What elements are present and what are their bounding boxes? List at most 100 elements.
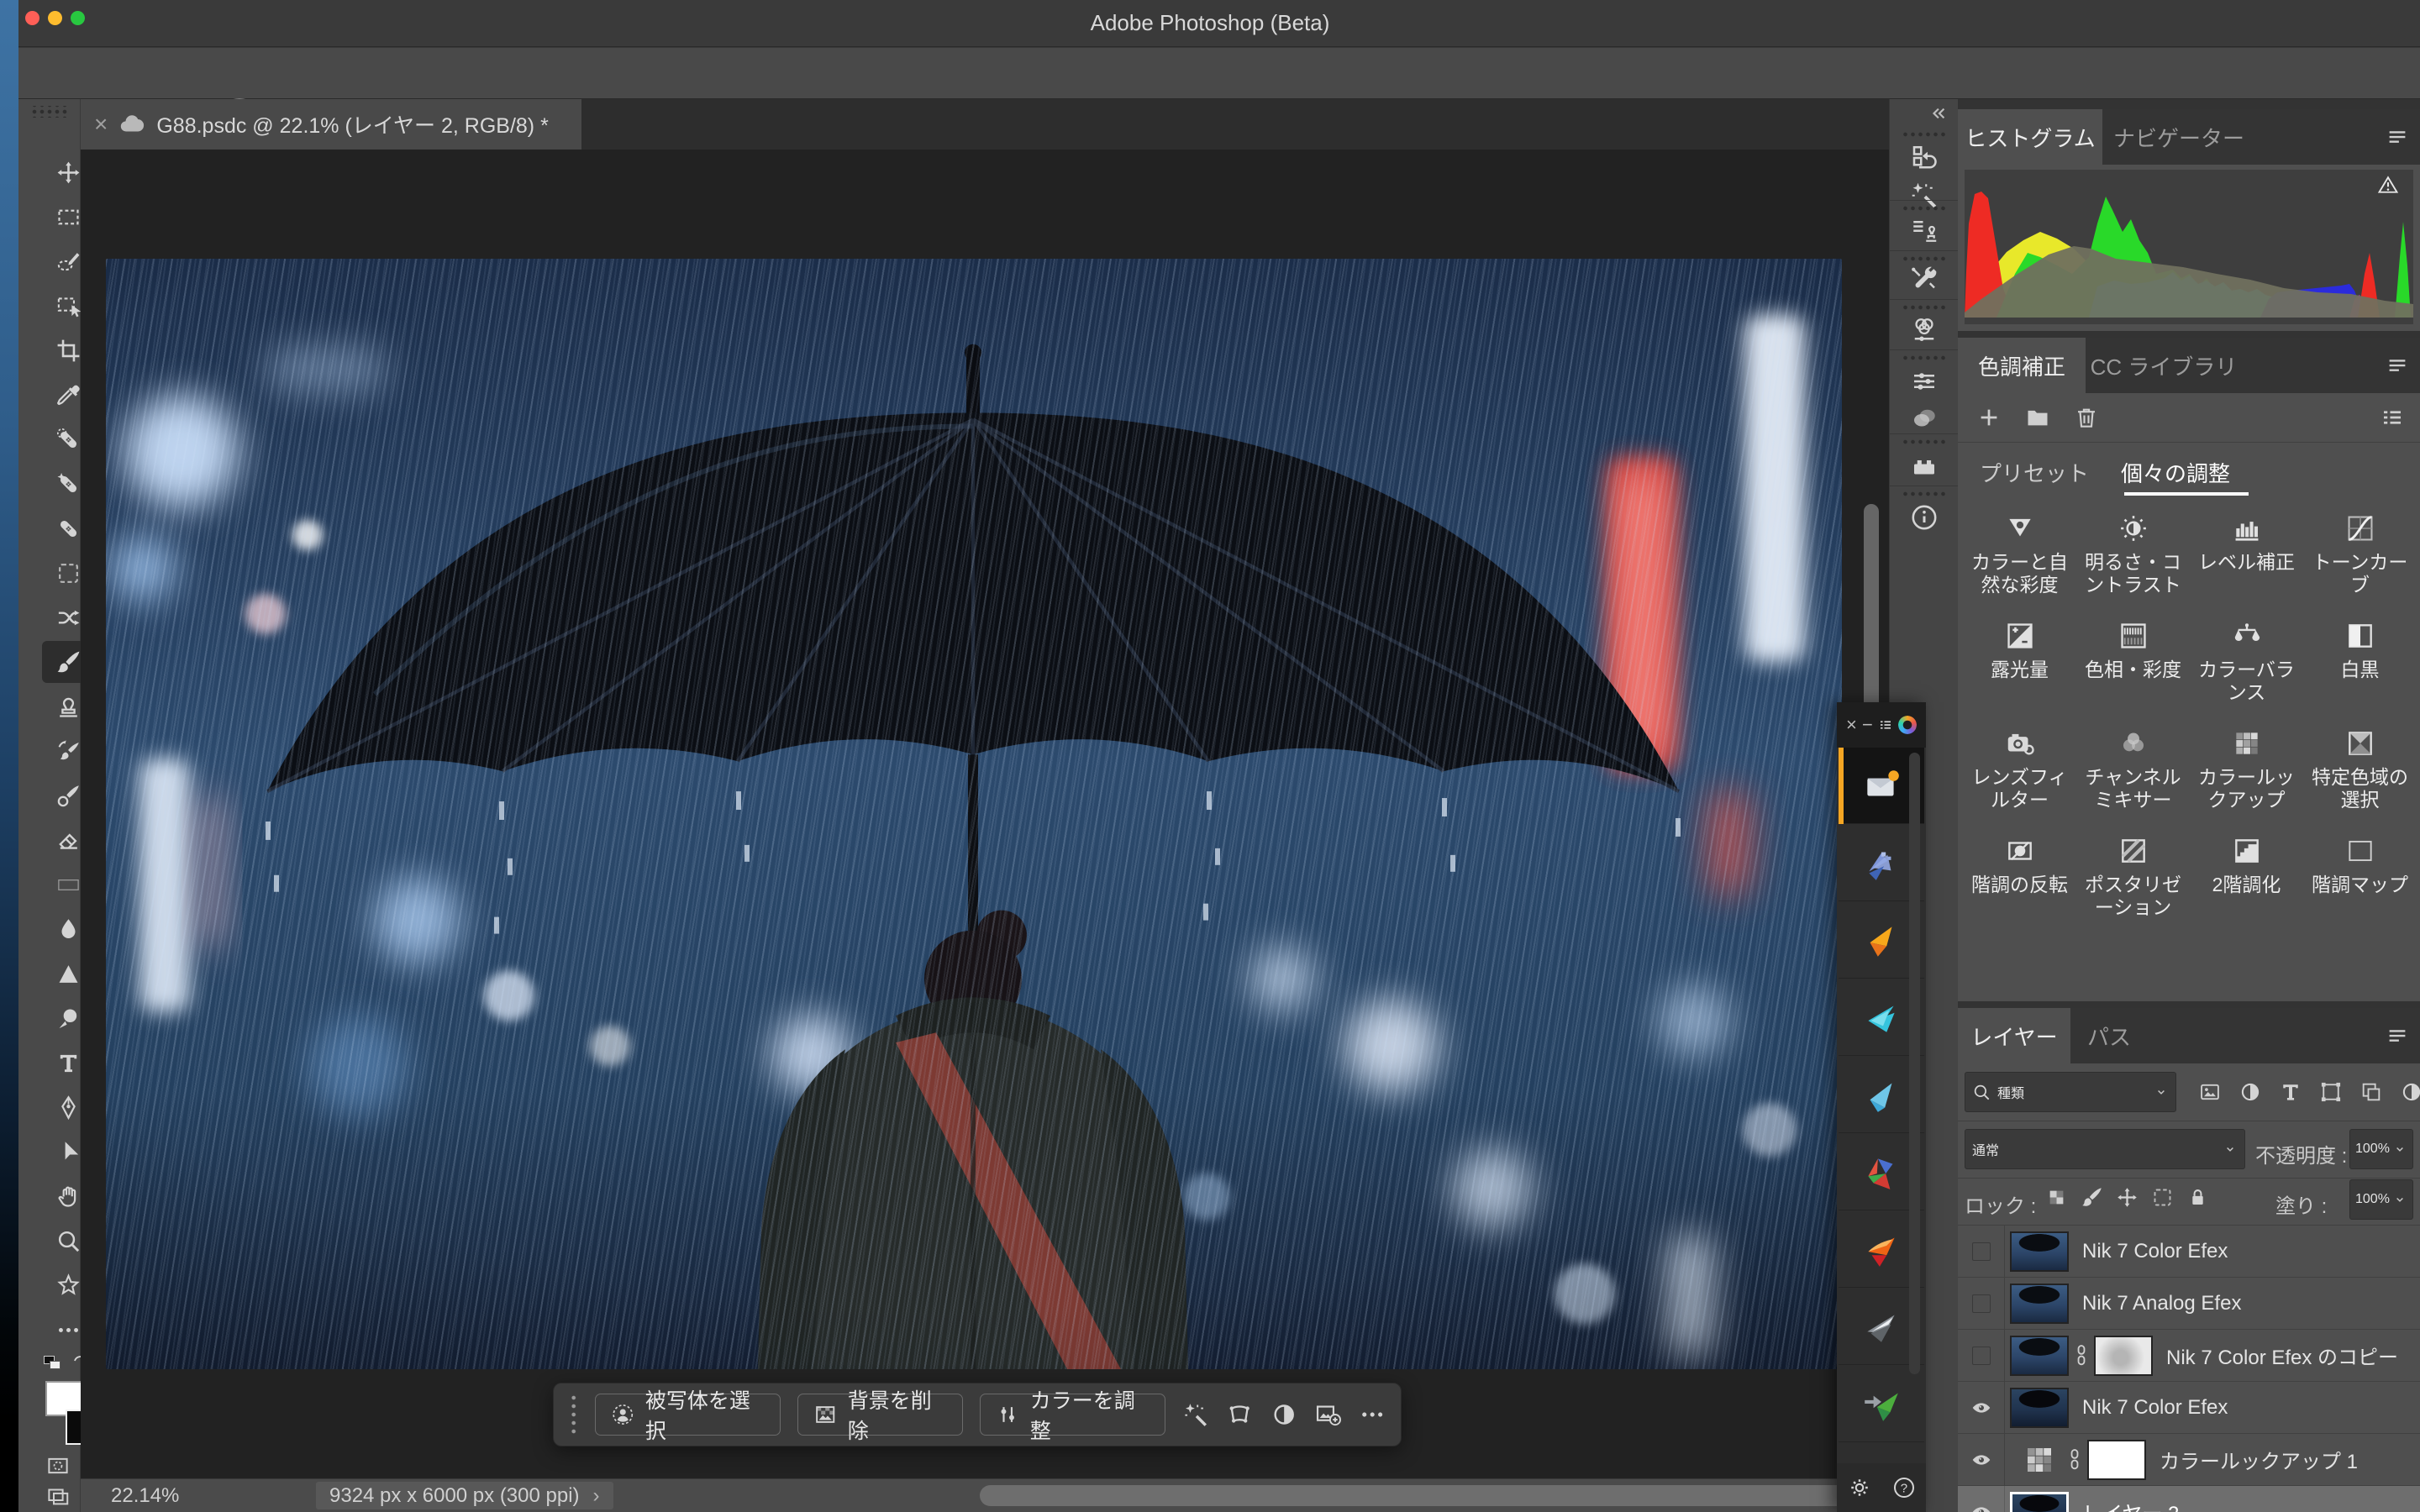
tab-paths[interactable]: パス	[2070, 1008, 2148, 1063]
layer-opacity-input[interactable]: 100%	[2349, 1129, 2413, 1169]
quick-mask-button[interactable]	[44, 1453, 72, 1478]
channel-mixer-panel-icon[interactable]	[1909, 314, 1939, 344]
panel-menu-icon[interactable]	[2385, 353, 2410, 378]
tab-cc-libraries[interactable]: CC ライブラリ	[2086, 338, 2242, 393]
select-subject-button[interactable]: 被写体を選択	[595, 1394, 781, 1436]
help-icon[interactable]	[1891, 1475, 1917, 1500]
layer-thumbnail[interactable]	[2010, 1336, 2069, 1376]
layer-thumbnail[interactable]	[2010, 1388, 2069, 1428]
close-icon[interactable]: ×	[94, 111, 108, 138]
clone-source-panel-icon[interactable]	[1909, 215, 1939, 245]
document-dimensions[interactable]: 9324 px x 6000 px (300 ppi) ›	[316, 1482, 613, 1509]
layer-mask-thumbnail[interactable]	[2094, 1336, 2153, 1376]
nik-item-raw-presharpener[interactable]	[1839, 1366, 1924, 1442]
layer-thumbnail[interactable]	[2010, 1492, 2069, 1512]
adjustment-color-balance[interactable]: カラーバランス	[2190, 615, 2303, 722]
tab-adjustments[interactable]: 色調補正	[1958, 338, 2086, 393]
nik-scrollbar[interactable]	[1909, 753, 1920, 1374]
default-colors-icon[interactable]	[44, 1356, 60, 1369]
layer-thumbnail[interactable]	[2010, 1231, 2069, 1272]
gradients-panel-icon[interactable]	[1909, 403, 1939, 433]
add-adjustment-icon[interactable]	[1976, 405, 2002, 430]
tab-navigator[interactable]: ナビゲーター	[2102, 109, 2255, 165]
canvas-area[interactable]: 被写体を選択 背景を削除 カラーを調整	[81, 150, 1889, 1478]
mask-link-icon[interactable]	[2064, 1446, 2086, 1474]
add-image-icon[interactable]	[1314, 1400, 1341, 1429]
layer-row[interactable]: Nik 7 Analog Efex	[1958, 1278, 2420, 1330]
layer-visibility-toggle[interactable]	[1958, 1226, 2005, 1277]
layout-icon[interactable]	[1878, 717, 1893, 732]
adjustment-curves[interactable]: トーンカーブ	[2303, 507, 2417, 615]
layer-filter-select[interactable]: 種類	[1965, 1072, 2176, 1112]
more-options-icon[interactable]	[1359, 1400, 1386, 1429]
adjustment-channel-mixer[interactable]: チャンネルミキサー	[2076, 722, 2190, 830]
remove-background-button[interactable]: 背景を削除	[797, 1394, 963, 1436]
layer-visibility-toggle[interactable]	[1958, 1486, 2005, 1512]
tool-presets-panel-icon[interactable]	[1909, 264, 1939, 294]
lock-transparency-icon[interactable]	[2045, 1186, 2068, 1209]
gear-icon[interactable]	[1847, 1475, 1872, 1500]
document-tab[interactable]: × G88.psdc @ 22.1% (レイヤー 2, RGB/8) *	[81, 99, 581, 150]
adjust-color-button[interactable]: カラーを調整	[980, 1394, 1165, 1436]
subtab-presets[interactable]: プリセット	[1980, 457, 2089, 488]
toolbar-grip-handle[interactable]	[32, 106, 67, 118]
adjustment-invert[interactable]: 階調の反転	[1963, 830, 2076, 937]
layer-blend-mode-select[interactable]: 通常	[1965, 1129, 2245, 1169]
adjustment-vibrance[interactable]: カラーと自然な彩度	[1963, 507, 2076, 615]
filter-type-layers-icon[interactable]	[2279, 1080, 2302, 1104]
transform-warp-icon[interactable]	[1226, 1400, 1253, 1429]
adjustment-gradient-map[interactable]: 階調マップ	[2303, 830, 2417, 937]
filter-pixel-layers-icon[interactable]	[2198, 1080, 2222, 1104]
adjustment-photo-filter[interactable]: レンズフィルター	[1963, 722, 2076, 830]
tab-layers[interactable]: レイヤー	[1958, 1008, 2070, 1063]
lock-position-icon[interactable]	[2116, 1186, 2139, 1209]
adjustment-selective-color[interactable]: 特定色域の選択	[2303, 722, 2417, 830]
view-list-icon[interactable]	[2380, 405, 2405, 430]
screen-mode-button[interactable]	[44, 1483, 72, 1509]
layer-row[interactable]: Nik 7 Color Efex	[1958, 1226, 2420, 1278]
histogram-warning-icon[interactable]	[2376, 173, 2400, 197]
adjustment-color-lookup[interactable]: カラールックアップ	[2190, 722, 2303, 830]
adjustment-icon[interactable]	[1270, 1400, 1297, 1429]
panel-menu-icon[interactable]	[2385, 1023, 2410, 1048]
adjustment-posterize[interactable]: ポスタリゼーション	[2076, 830, 2190, 937]
layer-fill-input[interactable]: 100%	[2349, 1179, 2413, 1220]
history-panel-icon[interactable]	[1909, 143, 1939, 173]
color-lookup-layer-icon[interactable]	[2022, 1442, 2057, 1478]
horizontal-scrollbar[interactable]	[980, 1485, 1929, 1506]
mask-link-icon[interactable]	[2070, 1341, 2092, 1370]
tab-histogram[interactable]: ヒストグラム	[1958, 109, 2102, 165]
minimize-icon[interactable]: −	[1862, 714, 1873, 736]
layer-visibility-toggle[interactable]	[1958, 1434, 2005, 1485]
generative-wand-icon[interactable]	[1182, 1400, 1209, 1429]
close-icon[interactable]: ×	[1846, 714, 1857, 736]
taskbar-grip-handle[interactable]	[569, 1393, 578, 1436]
layer-visibility-toggle[interactable]	[1958, 1278, 2005, 1329]
patterns-panel-icon[interactable]	[1909, 450, 1939, 480]
lock-artboard-icon[interactable]	[2151, 1186, 2174, 1209]
properties-panel-icon[interactable]	[1909, 366, 1939, 396]
collapse-panels-icon[interactable]	[1928, 102, 1950, 124]
subtab-individual[interactable]: 個々の調整	[2121, 457, 2230, 488]
panel-menu-icon[interactable]	[2385, 124, 2410, 150]
layer-row-selected[interactable]: レイヤー 2	[1958, 1486, 2420, 1512]
lock-all-icon[interactable]	[2186, 1186, 2209, 1209]
photo-image[interactable]	[106, 259, 1842, 1369]
adjustment-exposure[interactable]: 露光量	[1963, 615, 2076, 722]
layer-visibility-toggle[interactable]	[1958, 1382, 2005, 1433]
zoom-level[interactable]: 22.14%	[111, 1484, 179, 1508]
adjustment-black-white[interactable]: 白黒	[2303, 615, 2417, 722]
layer-row[interactable]: Nik 7 Color Efex	[1958, 1382, 2420, 1434]
adjustment-threshold[interactable]: 2階調化	[2190, 830, 2303, 937]
layer-row[interactable]: Nik 7 Color Efex のコピー	[1958, 1330, 2420, 1382]
filter-adjustment-layers-icon[interactable]	[2238, 1080, 2262, 1104]
layer-visibility-toggle[interactable]	[1958, 1330, 2005, 1381]
vertical-scrollbar[interactable]	[1864, 504, 1879, 722]
info-panel-icon[interactable]	[1909, 502, 1939, 533]
new-group-folder-icon[interactable]	[2025, 405, 2050, 430]
chevron-right-icon[interactable]: ›	[593, 1484, 600, 1508]
adjustment-brightness-contrast[interactable]: 明るさ・コントラスト	[2076, 507, 2190, 615]
adjustment-levels[interactable]: レベル補正	[2190, 507, 2303, 615]
delete-trash-icon[interactable]	[2074, 405, 2099, 430]
layer-row[interactable]: カラールックアップ 1	[1958, 1434, 2420, 1486]
